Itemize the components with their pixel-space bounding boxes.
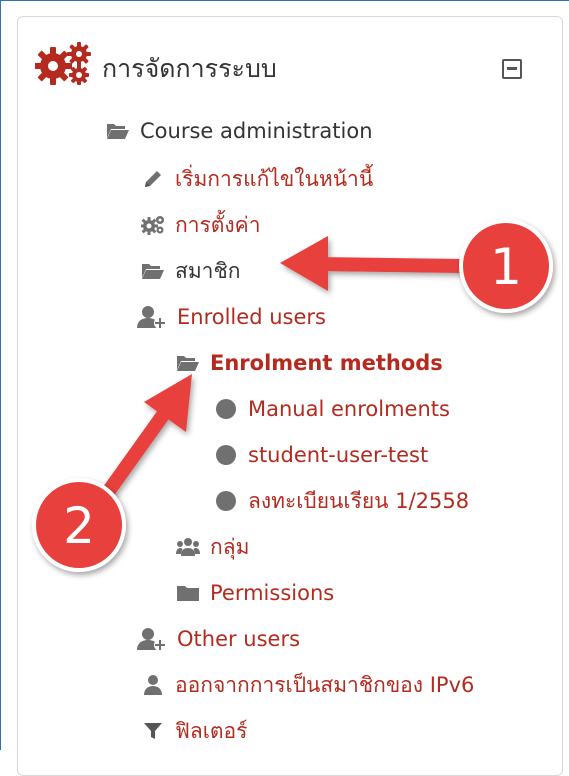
tree-node-enrolment-methods[interactable]: Enrolment methods — [176, 347, 443, 379]
tree-node-settings[interactable]: การตั้งค่า — [141, 209, 261, 241]
tree-label: Course administration — [140, 119, 373, 143]
users-icon — [176, 535, 200, 559]
tree-node-members[interactable]: สมาชิก — [141, 255, 240, 287]
tree-label: Manual enrolments — [248, 397, 450, 421]
tree-label: ออกจากการเป็นสมาชิกของ IPv6 — [175, 672, 475, 697]
user-plus-icon — [137, 627, 167, 651]
tree-label: ลงทะเบียนเรียน 1/2558 — [248, 488, 470, 513]
tree-node-groups[interactable]: กลุ่ม — [176, 531, 249, 563]
tree-node-manual-enrolments[interactable]: Manual enrolments — [214, 393, 450, 425]
folder-open-icon — [141, 259, 165, 283]
folder-open-icon — [106, 119, 130, 143]
tree-node-filters[interactable]: ฟิลเตอร์ — [141, 715, 247, 747]
filter-icon — [141, 719, 165, 743]
user-plus-icon — [137, 305, 167, 329]
tree-node-enrolled-users[interactable]: Enrolled users — [137, 301, 326, 333]
tree-label: สมาชิก — [175, 258, 241, 283]
bullet-dot-icon — [214, 397, 238, 421]
tree-label: student-user-test — [248, 443, 429, 467]
pencil-icon — [141, 167, 165, 191]
tree-node-other-users[interactable]: Other users — [137, 623, 300, 655]
tree-node-permissions[interactable]: Permissions — [176, 577, 334, 609]
gears-small-icon — [141, 213, 165, 237]
tree-node-enrol-term[interactable]: ลงทะเบียนเรียน 1/2558 — [214, 485, 469, 517]
gears-icon — [35, 42, 91, 85]
bullet-dot-icon — [214, 443, 238, 467]
block-header: การจัดการระบบ — [18, 17, 562, 117]
tree-label: ฟิลเตอร์ — [175, 718, 248, 743]
tree-label: กลุ่ม — [210, 534, 250, 559]
tree-node-unenrol[interactable]: ออกจากการเป็นสมาชิกของ IPv6 — [141, 669, 474, 701]
block-title: การจัดการระบบ — [102, 54, 277, 83]
folder-open-icon — [176, 351, 200, 375]
tree-label: เริ่มการแก้ไขในหน้านี้ — [175, 166, 374, 191]
tree-label: Enrolled users — [177, 305, 326, 329]
tree-label: Enrolment methods — [210, 351, 443, 375]
tree-label: Other users — [177, 627, 301, 651]
user-icon — [141, 673, 165, 697]
tree-node-turn-editing-on[interactable]: เริ่มการแก้ไขในหน้านี้ — [141, 163, 373, 195]
tree-node-student-user-test[interactable]: student-user-test — [214, 439, 428, 471]
folder-icon — [176, 581, 200, 605]
bullet-dot-icon — [214, 489, 238, 513]
collapse-block-button[interactable] — [502, 59, 522, 79]
tree-label: การตั้งค่า — [175, 212, 261, 237]
tree-node-course-administration[interactable]: Course administration — [106, 115, 373, 147]
tree-label: Permissions — [210, 581, 335, 605]
